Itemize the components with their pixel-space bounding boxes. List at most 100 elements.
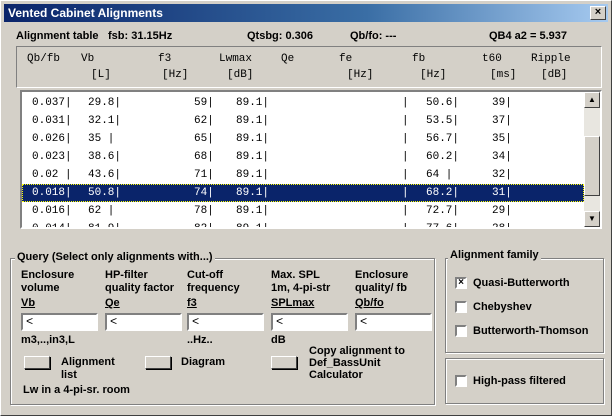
cell-t60: 28| (492, 223, 512, 229)
col-qe: Qe (281, 53, 295, 65)
table-row[interactable]: 0.016| 62 | 78| 89.1| | 72.7| 29| (22, 202, 584, 220)
qbfo-value: Qb/fo: --- (350, 30, 397, 42)
table-row[interactable]: 0.037| 29.8| 59| 89.1| | 50.6| 39| (22, 94, 584, 112)
table-row[interactable]: 0.018| 50.8| 74| 89.1| | 68.2| 31| (22, 184, 584, 202)
table-row[interactable]: 0.014| 81.9| 82| 89.1| | 77.6| 28| (22, 220, 584, 229)
scroll-down-button[interactable]: ▼ (584, 211, 600, 227)
cell-fb: 68.2| (426, 187, 460, 199)
cell-lw: 89.1| (236, 205, 270, 217)
cell-qe: | (402, 133, 409, 145)
copy-alignment-label-3[interactable]: Calculator (309, 369, 363, 381)
cell-qbfb: 0.026| (32, 133, 72, 145)
col-t60: t60 (482, 53, 502, 65)
table-row[interactable]: 0.02 | 43.6| 71| 89.1| | 64 | 32| (22, 166, 584, 184)
col-f3: f3 (158, 53, 172, 65)
cell-f3: 68| (194, 151, 214, 163)
col-fb: fb (412, 53, 426, 65)
col-ripple-unit: [dB] (541, 69, 568, 81)
scroll-thumb[interactable] (584, 136, 600, 196)
query-input-vb[interactable]: < (21, 313, 98, 331)
list-scrollbar[interactable]: ▲ ▼ (584, 92, 600, 227)
copy-alignment-label-2[interactable]: Def_BassUnit (309, 357, 381, 369)
copy-alignment-label-1[interactable]: Copy alignment to (309, 345, 405, 357)
query-input-f3[interactable]: < (187, 313, 264, 331)
cell-qbfb: 0.031| (32, 115, 72, 127)
col-fb-unit: [Hz] (420, 69, 447, 81)
family-checkbox[interactable]: × (455, 277, 467, 289)
highpass-label[interactable]: High-pass filtered (473, 375, 566, 387)
query-title2: quality/ fb (355, 282, 407, 294)
cell-t60: 34| (492, 151, 512, 163)
cell-t60: 31| (492, 187, 512, 199)
alignment-list-button[interactable] (24, 356, 50, 369)
cell-t60: 29| (492, 205, 512, 217)
close-button[interactable]: × (590, 6, 606, 20)
query-title1: HP-filter (105, 269, 148, 281)
query-key: SPLmax (271, 297, 315, 309)
family-checkbox[interactable] (455, 301, 467, 313)
cell-lw: 89.1| (236, 223, 270, 229)
cell-t60: 39| (492, 97, 512, 109)
query-input-splmax[interactable]: < (271, 313, 348, 331)
col-vb-unit: [L] (91, 69, 111, 81)
lw-room-note: Lw in a 4-pi-sr. room (23, 384, 130, 396)
alignment-list-label-2[interactable]: list (61, 369, 77, 381)
diagram-label[interactable]: Diagram (181, 356, 225, 368)
cell-t60: 32| (492, 169, 512, 181)
col-ripple: Ripple (531, 53, 571, 65)
cell-lw: 89.1| (236, 151, 270, 163)
column-header-panel (16, 46, 602, 88)
col-fe: fe (339, 53, 353, 65)
qb4-value: QB4 a2 = 5.937 (489, 30, 567, 42)
cell-t60: 35| (492, 133, 512, 145)
highpass-checkbox[interactable] (455, 375, 467, 387)
cell-f3: 65| (194, 133, 214, 145)
cell-lw: 89.1| (236, 187, 270, 199)
title-bar[interactable]: Vented Cabinet Alignments × (4, 4, 608, 22)
cell-fb: 77.6| (426, 223, 460, 229)
scroll-up-button[interactable]: ▲ (584, 92, 600, 108)
cell-qe: | (402, 97, 409, 109)
col-f3-unit: [Hz] (162, 69, 189, 81)
diagram-button[interactable] (145, 356, 171, 369)
family-checkbox[interactable] (455, 325, 467, 337)
alignment-list[interactable]: 0.037| 29.8| 59| 89.1| | 50.6| 39| 0.031| 32.1| 6… (20, 90, 602, 229)
query-input-qbfo[interactable]: < (355, 313, 432, 331)
query-title2: 1m, 4-pi-str (271, 282, 331, 294)
cell-qe: | (402, 187, 409, 199)
cell-qbfb: 0.018| (32, 187, 72, 199)
cell-vb: 62 | (88, 205, 115, 217)
query-input-qe[interactable]: < (105, 313, 182, 331)
table-row[interactable]: 0.026| 35 | 65| 89.1| | 56.7| 35| (22, 130, 584, 148)
cell-qbfb: 0.023| (32, 151, 72, 163)
cell-vb: 43.6| (88, 169, 122, 181)
cell-qe: | (402, 151, 409, 163)
alignment-list-label-1[interactable]: Alignment (61, 356, 115, 368)
cell-vb: 38.6| (88, 151, 122, 163)
cell-vb: 35 | (88, 133, 115, 145)
cell-vb: 29.8| (88, 97, 122, 109)
query-unit: dB (271, 334, 286, 346)
family-option-label[interactable]: Chebyshev (473, 301, 532, 313)
cell-fb: 56.7| (426, 133, 460, 145)
cell-vb: 81.9| (88, 223, 122, 229)
col-t60-unit: [ms] (490, 69, 517, 81)
table-row[interactable]: 0.031| 32.1| 62| 89.1| | 53.5| 37| (22, 112, 584, 130)
query-title1: Cut-off (187, 269, 224, 281)
alignment-table-heading: Alignment table (16, 30, 99, 42)
family-option-label[interactable]: Butterworth-Thomson (473, 325, 588, 337)
cell-f3: 74| (194, 187, 214, 199)
cell-f3: 71| (194, 169, 214, 181)
table-row[interactable]: 0.023| 38.6| 68| 89.1| | 60.2| 34| (22, 148, 584, 166)
fsb-value: fsb: 31.15Hz (108, 30, 173, 42)
query-title2: quality factor (105, 282, 175, 294)
copy-alignment-button[interactable] (271, 356, 297, 369)
cell-qe: | (402, 223, 409, 229)
col-vb: Vb (81, 53, 95, 65)
query-unit: ..Hz.. (187, 334, 213, 346)
query-title1: Enclosure (21, 269, 75, 281)
col-qbfb: Qb/fb (27, 53, 61, 65)
family-option-label[interactable]: Quasi-Butterworth (473, 277, 570, 289)
cell-f3: 62| (194, 115, 214, 127)
cell-fb: 53.5| (426, 115, 460, 127)
